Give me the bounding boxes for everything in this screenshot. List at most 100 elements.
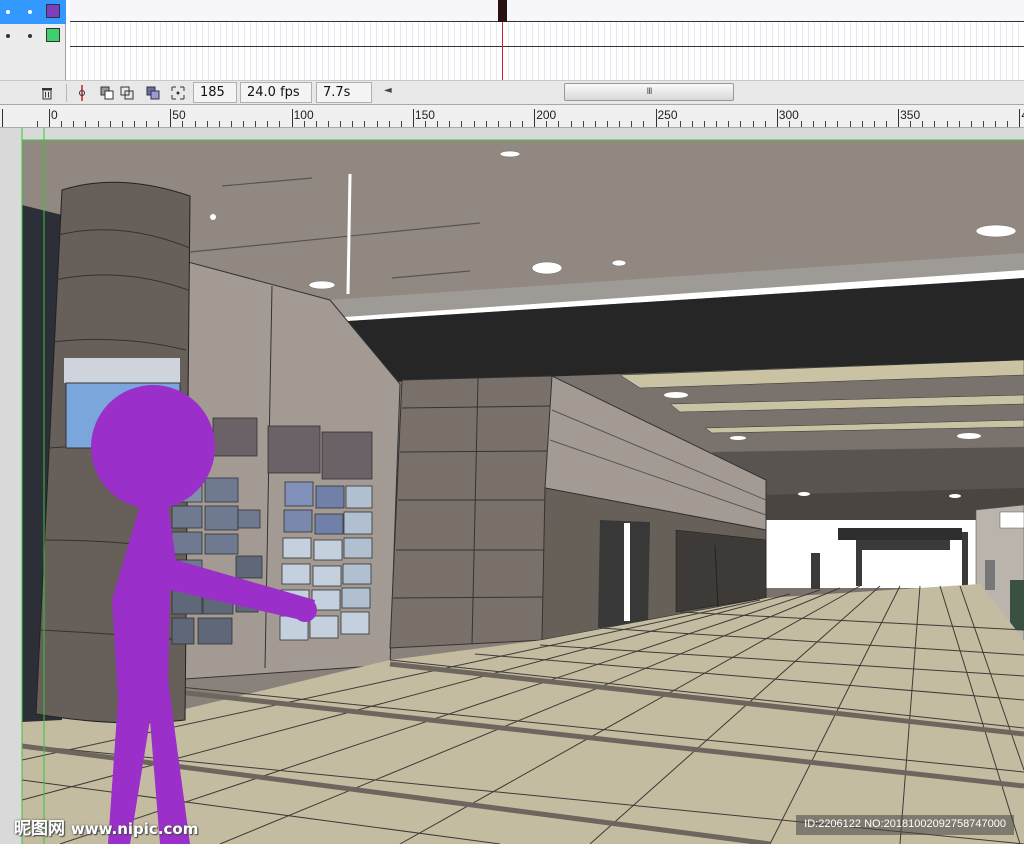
- ceiling-light: [949, 494, 961, 498]
- ruler-tick: [691, 121, 693, 127]
- ruler-tick: [619, 121, 621, 127]
- ruler-tick: [327, 121, 329, 127]
- ruler-tick: [934, 121, 936, 127]
- ruler-tick: [752, 121, 754, 127]
- layer-outline-color-icon[interactable]: [46, 28, 60, 42]
- ruler-tick: [473, 121, 475, 127]
- ceiling-light: [210, 214, 216, 220]
- ruler-tick: [522, 121, 524, 127]
- booth-door: [985, 560, 995, 590]
- ruler-tick: [679, 121, 681, 127]
- ruler-tick: [728, 121, 730, 127]
- lock-dot-icon[interactable]: [28, 34, 32, 38]
- ruler-tick: [133, 121, 135, 127]
- ruler-label: 150: [414, 108, 435, 122]
- frame-row-1[interactable]: [70, 0, 1024, 22]
- trash-icon[interactable]: [38, 84, 56, 102]
- ruler-tick: [534, 109, 536, 127]
- playhead[interactable]: [498, 0, 507, 22]
- watermark-logo: 昵图网 www.nipic.com: [14, 814, 198, 839]
- edit-multiple-frames-icon[interactable]: [144, 84, 162, 102]
- ruler-tick: [716, 121, 718, 127]
- stage-area[interactable]: [0, 128, 1024, 844]
- ruler-tick: [267, 121, 269, 127]
- ruler-tick: [388, 121, 390, 127]
- exit-post: [811, 553, 820, 589]
- ruler-label: 350: [900, 108, 921, 122]
- watermark-url: www.nipic.com: [70, 820, 199, 838]
- ruler-tick: [946, 121, 948, 127]
- modify-onion-markers-icon[interactable]: [169, 84, 187, 102]
- ruler-label: 200: [536, 108, 557, 122]
- ceiling-light: [611, 259, 627, 267]
- ruler-tick: [243, 121, 245, 127]
- ruler-tick: [558, 121, 560, 127]
- ruler-tick: [485, 121, 487, 127]
- exit-post: [962, 532, 968, 586]
- stickman-head: [91, 385, 215, 509]
- scroll-left-arrow-icon[interactable]: ◄: [384, 85, 392, 96]
- layer-list: [0, 0, 66, 80]
- ruler-tick: [497, 121, 499, 127]
- booth-window: [999, 511, 1024, 529]
- ruler-tick: [255, 121, 257, 127]
- ruler-tick: [461, 121, 463, 127]
- lock-dot-icon[interactable]: [28, 10, 32, 14]
- ceiling-light: [975, 224, 1017, 238]
- ruler-tick: [194, 121, 196, 127]
- elapsed-time-field[interactable]: 7.7s: [316, 82, 372, 103]
- ruler-tick: [230, 121, 232, 127]
- ruler-tick: [158, 121, 160, 127]
- ruler-tick: [376, 121, 378, 127]
- ruler-tick: [206, 121, 208, 127]
- stage-canvas[interactable]: [0, 128, 1024, 844]
- frame-row-2[interactable]: [70, 24, 1024, 47]
- flash-editor-window: 185 24.0 fps 7.7s ◄ III 0 50 100 150 200 250 3…: [0, 0, 1024, 844]
- ruler-tick: [121, 121, 123, 127]
- pillar-sign-frame: [64, 358, 180, 383]
- ruler-tick: [2, 109, 3, 127]
- horizontal-ruler: 0501001502002503003504004505005506006507…: [0, 104, 1024, 128]
- watermark-site: 昵图网: [14, 819, 65, 839]
- ruler-tick: [873, 121, 875, 127]
- ruler-label: 100: [293, 108, 314, 122]
- ruler-tick: [776, 109, 778, 127]
- ruler-tick: [85, 121, 87, 127]
- ruler-tick: [898, 109, 900, 127]
- ceiling-light: [308, 280, 336, 290]
- ceiling-light-strip: [346, 173, 352, 295]
- layer-row-1[interactable]: [0, 0, 66, 24]
- tile-wall: [389, 375, 553, 649]
- ruler-tick: [146, 121, 148, 127]
- ruler-tick: [885, 121, 887, 127]
- layer-row-2[interactable]: [0, 24, 66, 48]
- ruler-tick: [61, 121, 63, 127]
- layer-outline-color-icon[interactable]: [46, 4, 60, 18]
- horizontal-scrollbar-thumb[interactable]: III: [564, 83, 734, 101]
- ruler-tick: [1007, 121, 1009, 127]
- ceiling-light: [730, 436, 746, 440]
- ruler-tick: [437, 121, 439, 127]
- ruler-tick: [813, 121, 815, 127]
- ruler-label: 50: [172, 108, 186, 122]
- exit-sign-bar: [856, 540, 950, 550]
- ruler-tick: [509, 121, 511, 127]
- ruler-tick: [449, 121, 451, 127]
- onion-skin-outlines-icon[interactable]: [118, 84, 136, 102]
- visibility-dot-icon[interactable]: [6, 10, 10, 14]
- exit-post: [856, 540, 862, 586]
- ceiling-light: [957, 433, 981, 439]
- frame-rate-field[interactable]: 24.0 fps: [240, 82, 312, 103]
- center-frame-icon[interactable]: [73, 84, 91, 102]
- visibility-dot-icon[interactable]: [6, 34, 10, 38]
- ruler-tick: [412, 109, 414, 127]
- ruler-tick: [291, 109, 293, 127]
- onion-skin-icon[interactable]: [98, 84, 116, 102]
- ruler-tick: [594, 121, 596, 127]
- current-frame-field[interactable]: 185: [193, 82, 237, 103]
- ruler-tick: [825, 121, 827, 127]
- timeline-panel[interactable]: [0, 0, 1024, 80]
- ruler-label: 250: [657, 108, 678, 122]
- ruler-tick: [631, 121, 633, 127]
- ruler-tick: [352, 121, 354, 127]
